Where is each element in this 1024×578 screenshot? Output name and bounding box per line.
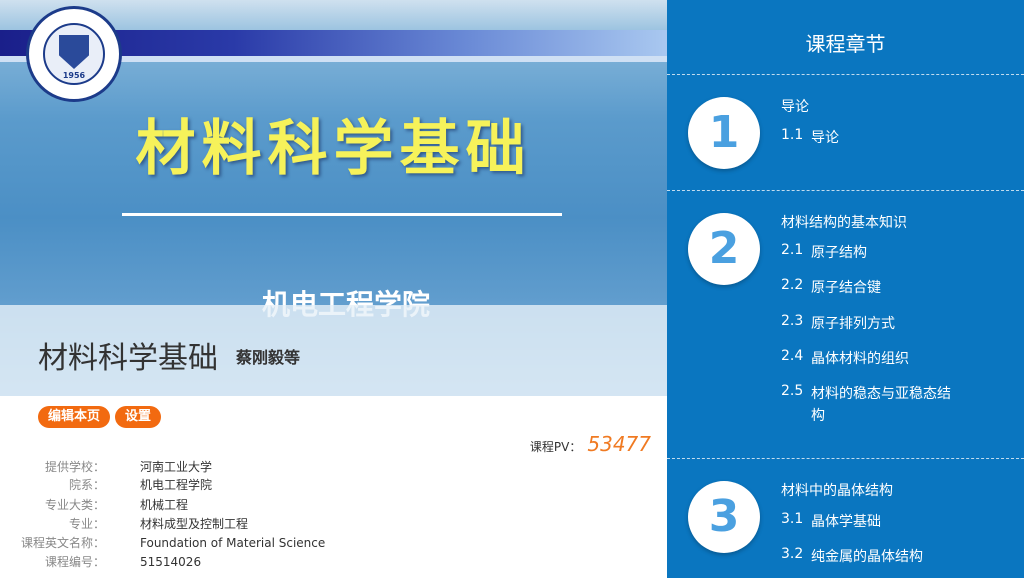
chapter-item[interactable]: 2.2 原子结合键 [781, 277, 951, 299]
chapter-item-number: 3.2 [781, 546, 804, 562]
edit-page-button[interactable]: 编辑本页 [38, 406, 111, 428]
chapter-item-label: 晶体学基础 [811, 514, 881, 530]
chapters-panel-title: 课程章节 [805, 32, 886, 56]
banner-title: 材料科学基础 [135, 114, 532, 184]
info-row-school: 提供学校： 河南工业大学 [0, 458, 640, 477]
info-value: 51514026 [140, 555, 202, 569]
chapter-number-badge: 1 [688, 97, 760, 169]
chapter-3: 3 材料中的晶体结构 3.1 晶体学基础 3.2 纯金属的晶体结构 [667, 458, 1024, 578]
info-key: 专业大类： [44, 498, 105, 512]
logo-year: 1956 [62, 71, 86, 80]
info-value: 机电工程学院 [140, 478, 213, 492]
chapters-panel: 课程章节 1 导论 1.1 导论 2 材料结构的基本知识 2.1 原子结构 2.2 原… [667, 0, 1024, 578]
info-value: 材料成型及控制工程 [140, 517, 249, 531]
course-info-panel: 1956 材料科学基础 机电工程学院 材料科学基础 蔡刚毅等 编辑本页 设置 课… [0, 0, 667, 578]
chapter-item[interactable]: 2.3 原子排列方式 [781, 313, 951, 335]
banner-divider [122, 213, 562, 216]
course-author: 蔡刚毅等 [236, 348, 301, 367]
info-row-major: 专业： 材料成型及控制工程 [0, 515, 640, 534]
info-value: Foundation of Material Science [140, 536, 326, 550]
chapter-item[interactable]: 3.2 纯金属的晶体结构 [781, 546, 951, 568]
chapter-number-badge: 2 [688, 213, 760, 285]
chapter-item-number: 2.5 [781, 383, 804, 399]
chapter-number: 3 [708, 491, 740, 542]
chapter-item-number: 2.1 [781, 242, 804, 258]
info-row-course-code: 课程编号： 51514026 [0, 553, 640, 572]
chapter-item[interactable]: 2.1 原子结构 [781, 242, 951, 264]
chapter-title[interactable]: 导论 [781, 96, 809, 116]
course-pv: 课程PV： 53477 [530, 432, 651, 456]
chapter-1: 1 导论 1.1 导论 [667, 74, 1024, 190]
info-value: 河南工业大学 [140, 460, 213, 474]
chapter-item-number: 2.3 [781, 313, 804, 329]
university-logo: 1956 [26, 6, 122, 102]
chapter-item-label: 晶体材料的组织 [811, 351, 909, 367]
info-key: 提供学校： [44, 460, 105, 474]
chapter-number-badge: 3 [688, 481, 760, 553]
chapter-item-number: 2.4 [781, 348, 804, 364]
chapter-item-label: 原子结合键 [811, 280, 881, 296]
chapter-item-label: 原子排列方式 [811, 316, 895, 332]
chapter-title[interactable]: 材料中的晶体结构 [781, 480, 893, 500]
course-name: 材料科学基础 [38, 341, 218, 376]
chapter-item[interactable]: 2.4 晶体材料的组织 [781, 348, 951, 370]
chapter-number: 1 [708, 107, 740, 158]
chapter-item[interactable]: 2.5 材料的稳态与亚稳态结构 [781, 383, 951, 427]
chapter-item-label: 导论 [811, 130, 839, 146]
info-key: 课程英文名称： [20, 536, 105, 550]
chapter-item-label: 原子结构 [811, 245, 867, 261]
chapter-2: 2 材料结构的基本知识 2.1 原子结构 2.2 原子结合键 2.3 原子排列方式 2… [667, 190, 1024, 458]
info-key: 院系： [68, 478, 105, 492]
settings-button[interactable]: 设置 [115, 406, 162, 428]
info-row-department: 院系： 机电工程学院 [0, 476, 640, 495]
chapter-title[interactable]: 材料结构的基本知识 [781, 212, 907, 232]
chapter-item-label: 材料的稳态与亚稳态结构 [811, 386, 951, 424]
course-banner: 1956 材料科学基础 机电工程学院 材料科学基础 蔡刚毅等 [0, 0, 667, 396]
chapter-item[interactable]: 3.1 晶体学基础 [781, 511, 951, 533]
chapter-item-number: 2.2 [781, 277, 804, 293]
pv-label: 课程PV： [529, 440, 582, 454]
pv-value: 53477 [587, 432, 651, 456]
chapter-number: 2 [708, 223, 740, 274]
chapter-item[interactable]: 1.1 导论 [781, 127, 951, 149]
chapter-item-number: 1.1 [781, 127, 804, 143]
info-key: 课程编号： [44, 555, 105, 569]
info-row-category: 专业大类： 机械工程 [0, 496, 640, 515]
info-value: 机械工程 [140, 498, 189, 512]
chapter-item-label: 纯金属的晶体结构 [811, 549, 923, 565]
chapter-item-number: 3.1 [781, 511, 804, 527]
info-key: 专业： [68, 517, 105, 531]
info-row-english-name: 课程英文名称： Foundation of Material Science [0, 534, 640, 553]
